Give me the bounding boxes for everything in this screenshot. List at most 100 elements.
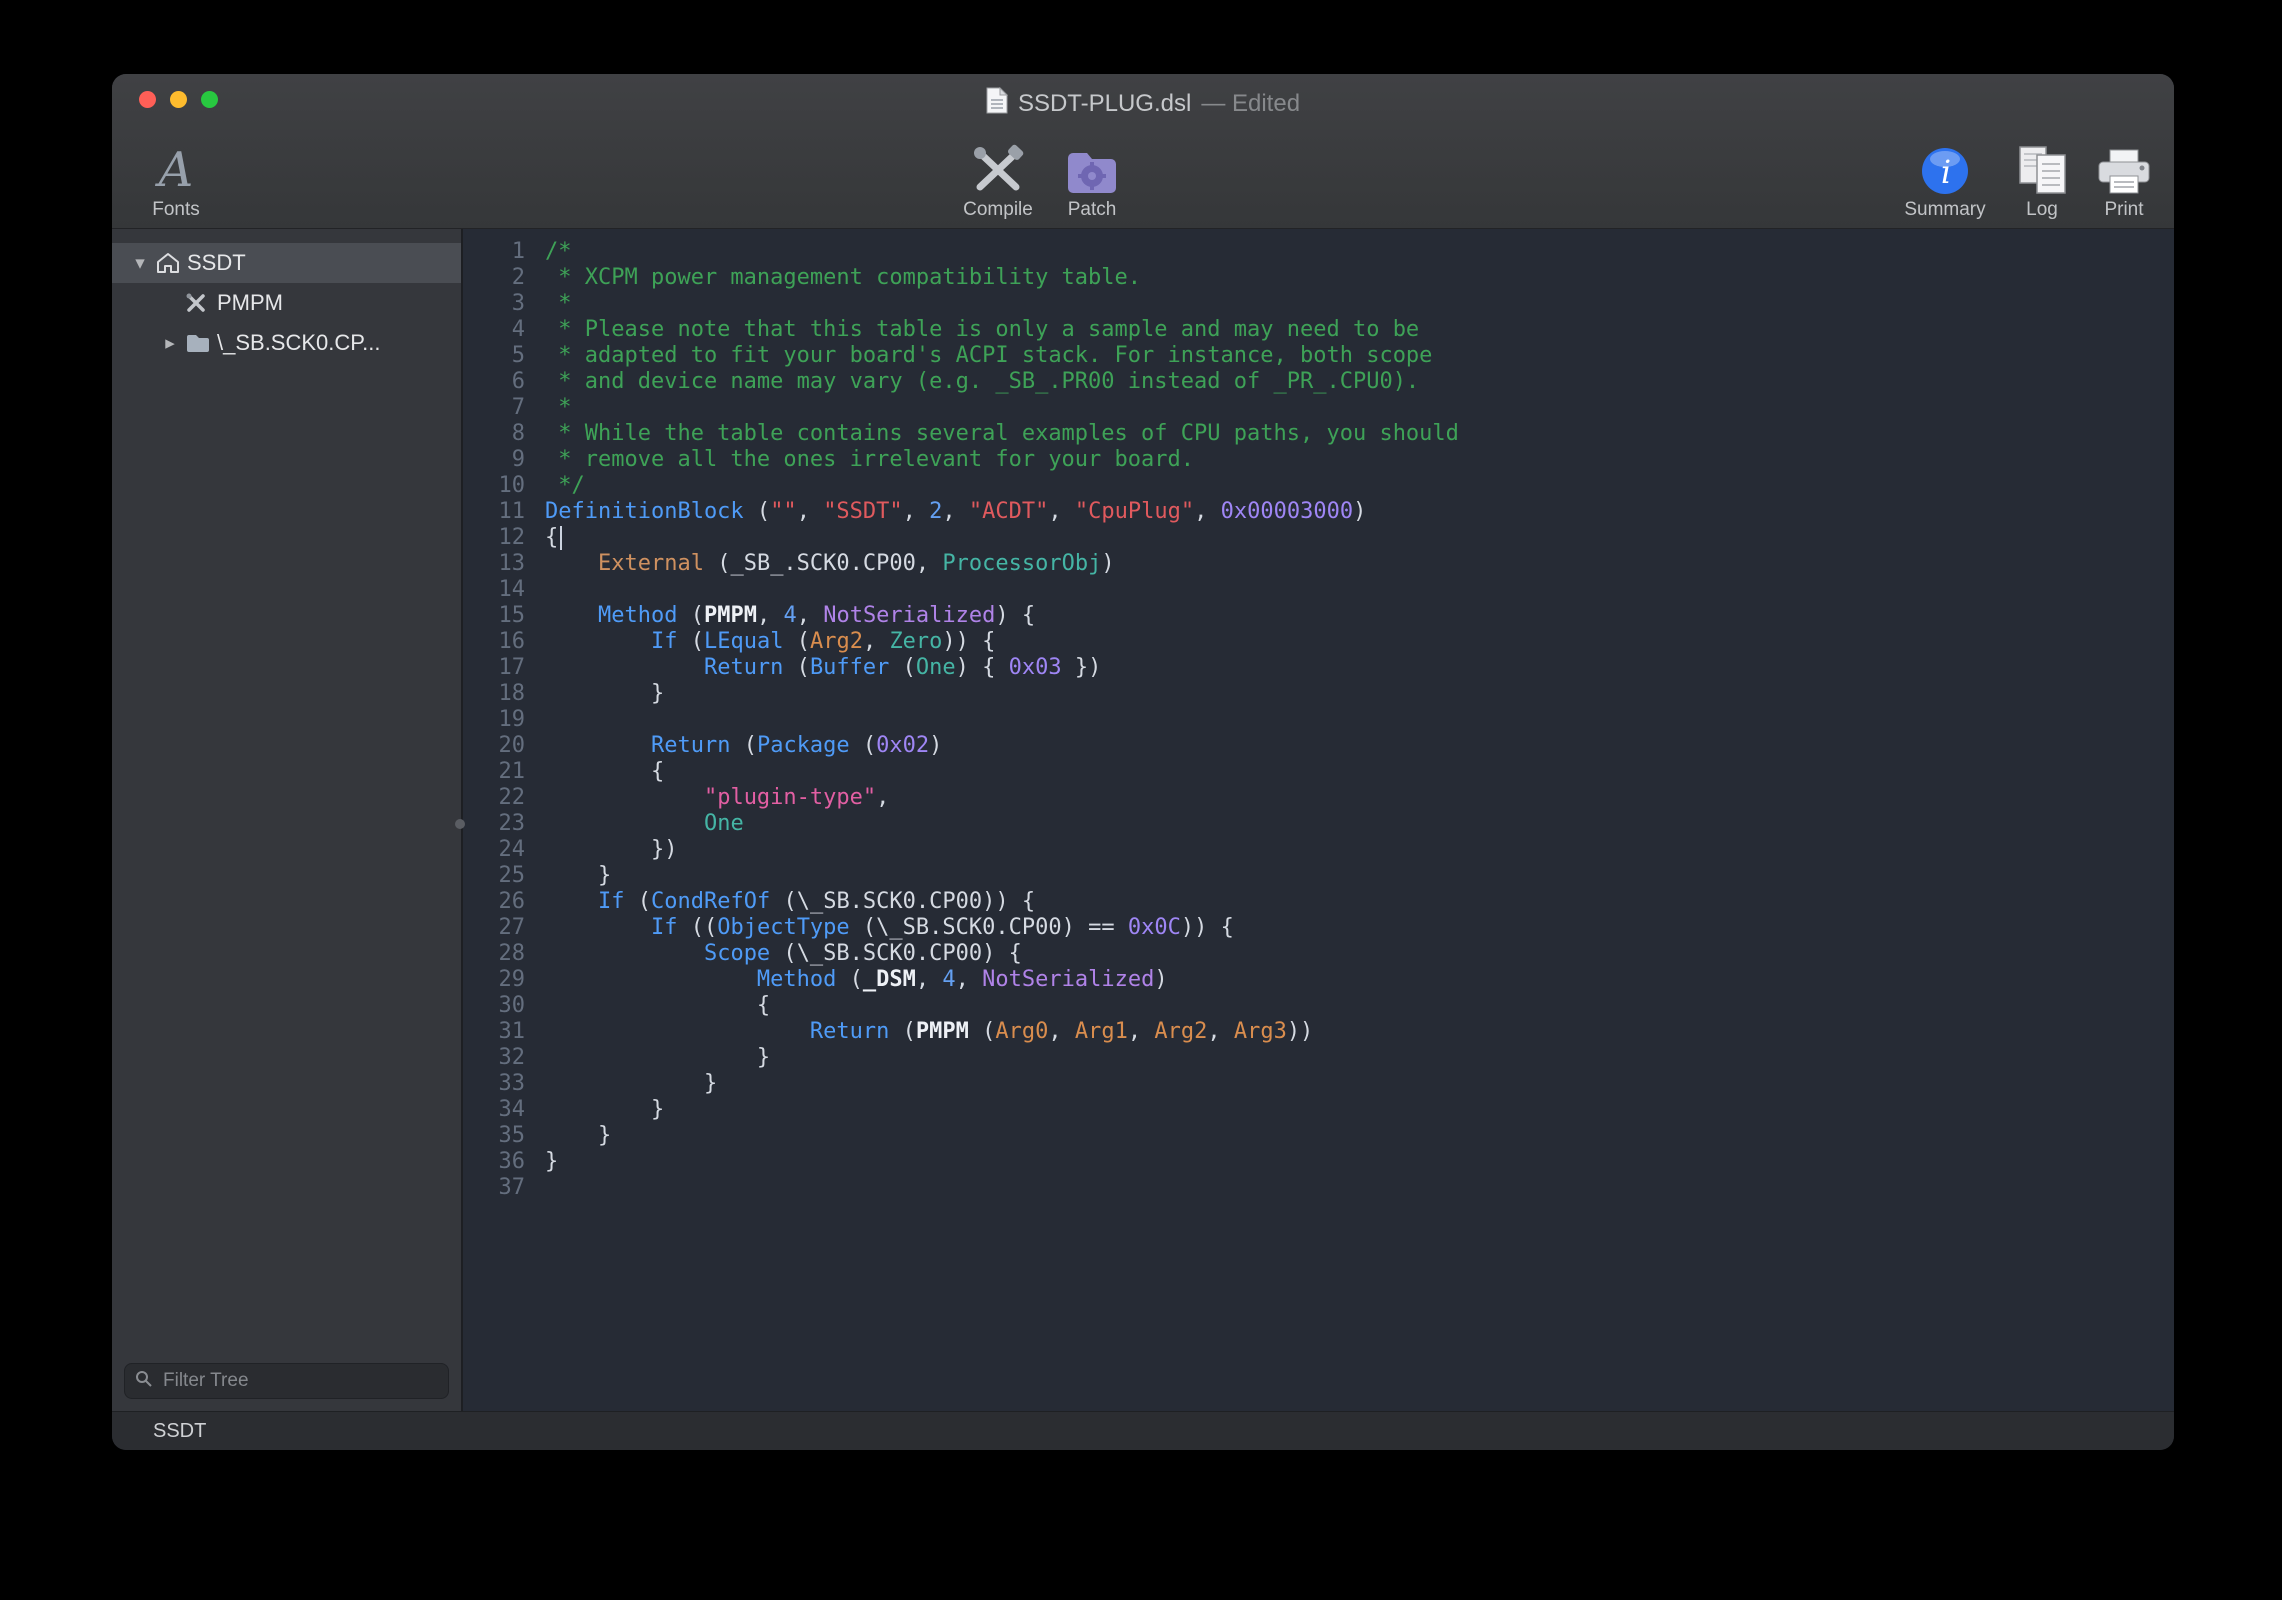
line-number: 35 (463, 1123, 525, 1149)
code-line: Scope (\_SB.SCK0.CP00) { (545, 941, 2174, 967)
close-button[interactable] (139, 91, 156, 108)
code-line: Return (PMPM (Arg0, Arg1, Arg2, Arg3)) (545, 1019, 2174, 1045)
code-line: * adapted to fit your board's ACPI stack… (545, 343, 2174, 369)
code-line: } (545, 1123, 2174, 1149)
code-line: }) (545, 837, 2174, 863)
line-number: 15 (463, 603, 525, 629)
code-line (545, 707, 2174, 733)
line-number: 6 (463, 369, 525, 395)
code-line: Return (Buffer (One) { 0x03 }) (545, 655, 2174, 681)
compile-tools-icon (969, 136, 1027, 196)
code-line: { (545, 525, 2174, 551)
editor-code[interactable]: /* * XCPM power management compatibility… (525, 239, 2174, 1411)
line-number: 3 (463, 291, 525, 317)
line-number: 18 (463, 681, 525, 707)
splitter-handle[interactable] (455, 819, 465, 829)
line-number: 25 (463, 863, 525, 889)
filter-tree-input[interactable] (161, 1369, 438, 1393)
code-line: * and device name may vary (e.g. _SB_.PR… (545, 369, 2174, 395)
code-line: { (545, 993, 2174, 1019)
tree-item-label: \_SB.SCK0.CP... (217, 330, 380, 356)
line-number: 9 (463, 447, 525, 473)
code-line: { (545, 759, 2174, 785)
tree-item-1[interactable]: PMPM (112, 283, 461, 323)
tree-item-0[interactable]: ▾ SSDT (112, 243, 461, 283)
line-number: 8 (463, 421, 525, 447)
line-number: 19 (463, 707, 525, 733)
sidebar: ▾ SSDT PMPM ▸ \_SB.SCK0.CP... (112, 229, 463, 1411)
window-header: SSDT-PLUG.dsl — Edited A Fonts (112, 74, 2174, 229)
main-area: ▾SSDTPMPM▸\_SB.SCK0.CP... 12345678910111… (112, 229, 2174, 1411)
disclosure-triangle-icon[interactable]: ▸ (155, 332, 185, 355)
code-line: /* (545, 239, 2174, 265)
filter-tree-field[interactable] (124, 1363, 449, 1399)
code-line (545, 577, 2174, 603)
line-number: 13 (463, 551, 525, 577)
document-title: SSDT-PLUG.dsl (1018, 90, 1191, 118)
code-line: One (545, 811, 2174, 837)
log-pages-icon (2015, 136, 2069, 196)
print-button[interactable]: Print (2084, 136, 2164, 221)
tree-item-2[interactable]: ▸ \_SB.SCK0.CP... (112, 323, 461, 363)
code-line: * XCPM power management compatibility ta… (545, 265, 2174, 291)
status-bar: SSDT (112, 1411, 2174, 1450)
line-number: 34 (463, 1097, 525, 1123)
window-title: SSDT-PLUG.dsl — Edited (986, 87, 1300, 121)
compile-button[interactable]: Compile (948, 136, 1048, 221)
app-window: SSDT-PLUG.dsl — Edited A Fonts (112, 74, 2174, 1450)
folder-icon (185, 333, 217, 354)
fonts-button[interactable]: A Fonts (126, 136, 226, 221)
line-number: 26 (463, 889, 525, 915)
patch-gear-icon (1065, 136, 1119, 196)
code-editor[interactable]: 1234567891011121314151617181920212223242… (463, 229, 2174, 1411)
sidebar-tree: ▾ SSDT PMPM ▸ \_SB.SCK0.CP... (112, 229, 461, 1353)
line-number: 21 (463, 759, 525, 785)
line-number: 24 (463, 837, 525, 863)
log-button[interactable]: Log (2006, 136, 2078, 221)
line-number: 5 (463, 343, 525, 369)
line-number: 36 (463, 1149, 525, 1175)
method-icon (185, 292, 217, 314)
line-number: 16 (463, 629, 525, 655)
line-number: 2 (463, 265, 525, 291)
compile-label: Compile (963, 199, 1033, 221)
search-icon (135, 1370, 153, 1393)
line-number: 30 (463, 993, 525, 1019)
code-line: } (545, 1045, 2174, 1071)
line-number: 10 (463, 473, 525, 499)
print-label: Print (2104, 199, 2143, 221)
edited-badge: — Edited (1201, 90, 1300, 118)
code-line: } (545, 1097, 2174, 1123)
editor-gutter: 1234567891011121314151617181920212223242… (463, 239, 525, 1411)
svg-text:i: i (1941, 153, 1951, 191)
minimize-button[interactable] (170, 91, 187, 108)
summary-label: Summary (1904, 199, 1985, 221)
disclosure-triangle-icon[interactable]: ▾ (125, 252, 155, 275)
line-number: 1 (463, 239, 525, 265)
code-line: DefinitionBlock ("", "SSDT", 2, "ACDT", … (545, 499, 2174, 525)
code-line: * (545, 395, 2174, 421)
line-number: 29 (463, 967, 525, 993)
fonts-label: Fonts (152, 199, 200, 221)
printer-icon (2095, 136, 2153, 196)
titlebar[interactable]: SSDT-PLUG.dsl — Edited (112, 74, 2174, 124)
line-number: 28 (463, 941, 525, 967)
line-number: 37 (463, 1175, 525, 1201)
patch-button[interactable]: Patch (1050, 136, 1134, 221)
tree-item-label: SSDT (187, 250, 246, 276)
patch-label: Patch (1068, 199, 1117, 221)
zoom-button[interactable] (201, 91, 218, 108)
code-line: } (545, 863, 2174, 889)
line-number: 4 (463, 317, 525, 343)
code-line: } (545, 1149, 2174, 1175)
summary-button[interactable]: i Summary (1890, 136, 2000, 221)
document-icon (986, 87, 1008, 121)
code-line: } (545, 681, 2174, 707)
code-line (545, 1175, 2174, 1201)
line-number: 20 (463, 733, 525, 759)
house-icon (155, 251, 187, 275)
line-number: 12 (463, 525, 525, 551)
code-line: * Please note that this table is only a … (545, 317, 2174, 343)
code-line: Return (Package (0x02) (545, 733, 2174, 759)
fonts-icon: A (159, 136, 194, 196)
